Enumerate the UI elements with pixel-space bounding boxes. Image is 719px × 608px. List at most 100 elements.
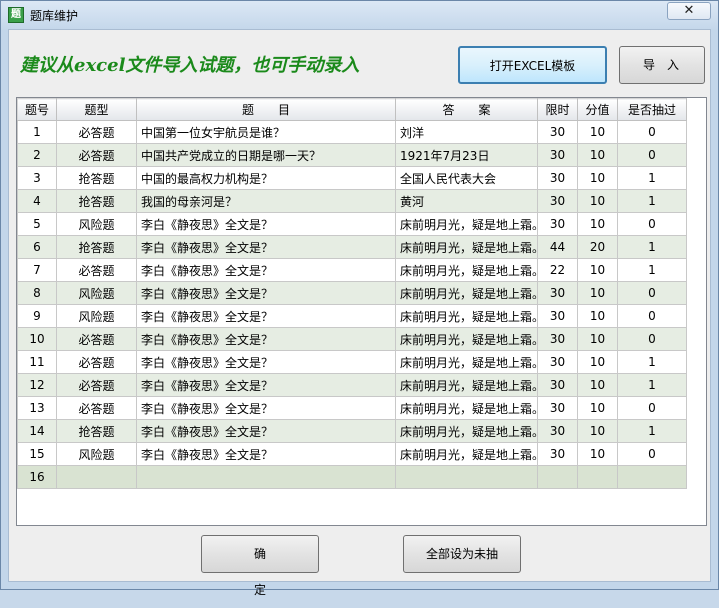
table-row[interactable]: 6 抢答题 李白《静夜思》全文是？ 床前明月光，疑是地上霜。 44 20 1	[17, 235, 687, 259]
cell-drawn[interactable]: 1	[617, 373, 687, 397]
cell-answer[interactable]: 床前明月光，疑是地上霜。	[395, 235, 538, 259]
cell-time-limit[interactable]: 22	[537, 258, 578, 282]
cell-drawn[interactable]: 1	[617, 419, 687, 443]
cell-drawn[interactable]	[617, 465, 687, 489]
cell-score[interactable]: 10	[577, 189, 618, 213]
cell-answer[interactable]: 床前明月光，疑是地上霜。	[395, 350, 538, 374]
cell-number[interactable]: 1	[17, 120, 57, 144]
column-header-drawn[interactable]: 是否抽过	[617, 98, 687, 121]
cell-answer[interactable]: 黄河	[395, 189, 538, 213]
cell-question[interactable]: 李白《静夜思》全文是？	[136, 373, 396, 397]
cell-answer[interactable]: 1921年7月23日	[395, 143, 538, 167]
table-row[interactable]: 11 必答题 李白《静夜思》全文是？ 床前明月光，疑是地上霜。 30 10 1	[17, 350, 687, 374]
table-row[interactable]: 2 必答题 中国共产党成立的日期是哪一天？ 1921年7月23日 30 10 0	[17, 143, 687, 167]
cell-time-limit[interactable]: 44	[537, 235, 578, 259]
cell-type[interactable]: 必答题	[56, 258, 137, 282]
cell-score[interactable]	[577, 465, 618, 489]
cell-question[interactable]: 中国的最高权力机构是？	[136, 166, 396, 190]
table-row[interactable]: 3 抢答题 中国的最高权力机构是？ 全国人民代表大会 30 10 1	[17, 166, 687, 190]
cell-time-limit[interactable]	[537, 465, 578, 489]
cell-drawn[interactable]: 1	[617, 258, 687, 282]
cell-time-limit[interactable]: 30	[537, 350, 578, 374]
cell-score[interactable]: 10	[577, 373, 618, 397]
cell-score[interactable]: 10	[577, 419, 618, 443]
cell-number[interactable]: 9	[17, 304, 57, 328]
cell-type[interactable]: 必答题	[56, 373, 137, 397]
cell-number[interactable]: 10	[17, 327, 57, 351]
column-header-score[interactable]: 分值	[577, 98, 618, 121]
cell-number[interactable]: 7	[17, 258, 57, 282]
cell-time-limit[interactable]: 30	[537, 419, 578, 443]
cell-drawn[interactable]: 0	[617, 396, 687, 420]
column-header-type[interactable]: 题型	[56, 98, 137, 121]
cell-time-limit[interactable]: 30	[537, 281, 578, 305]
table-row[interactable]: 4 抢答题 我国的母亲河是？ 黄河 30 10 1	[17, 189, 687, 213]
cell-type[interactable]: 必答题	[56, 143, 137, 167]
cell-type[interactable]: 风险题	[56, 212, 137, 236]
cell-answer[interactable]: 床前明月光，疑是地上霜。	[395, 212, 538, 236]
cell-drawn[interactable]: 1	[617, 235, 687, 259]
cell-question[interactable]: 李白《静夜思》全文是？	[136, 442, 396, 466]
cell-score[interactable]: 10	[577, 350, 618, 374]
title-bar[interactable]: 题 题库维护 ✕	[1, 1, 718, 29]
cell-question[interactable]: 李白《静夜思》全文是？	[136, 258, 396, 282]
cell-score[interactable]: 10	[577, 258, 618, 282]
cell-drawn[interactable]: 0	[617, 304, 687, 328]
cell-time-limit[interactable]: 30	[537, 304, 578, 328]
cell-answer[interactable]: 床前明月光，疑是地上霜。	[395, 281, 538, 305]
cell-answer[interactable]: 全国人民代表大会	[395, 166, 538, 190]
cell-question[interactable]: 李白《静夜思》全文是？	[136, 350, 396, 374]
cell-number[interactable]: 12	[17, 373, 57, 397]
new-row[interactable]: 16	[17, 465, 687, 489]
cell-time-limit[interactable]: 30	[537, 327, 578, 351]
column-header-question[interactable]: 题 目	[136, 98, 396, 121]
column-header-answer[interactable]: 答 案	[395, 98, 538, 121]
cell-score[interactable]: 20	[577, 235, 618, 259]
cell-type[interactable]: 必答题	[56, 327, 137, 351]
cell-drawn[interactable]: 0	[617, 212, 687, 236]
cell-time-limit[interactable]: 30	[537, 442, 578, 466]
cell-score[interactable]: 10	[577, 304, 618, 328]
cell-question[interactable]: 中国第一位女宇航员是谁？	[136, 120, 396, 144]
cell-type[interactable]: 风险题	[56, 304, 137, 328]
cell-drawn[interactable]: 0	[617, 281, 687, 305]
import-button[interactable]: 导入	[619, 46, 705, 84]
cell-number[interactable]: 2	[17, 143, 57, 167]
cell-number[interactable]: 5	[17, 212, 57, 236]
cell-number[interactable]: 3	[17, 166, 57, 190]
table-row[interactable]: 10 必答题 李白《静夜思》全文是？ 床前明月光，疑是地上霜。 30 10 0	[17, 327, 687, 351]
cell-score[interactable]: 10	[577, 120, 618, 144]
cell-drawn[interactable]: 1	[617, 166, 687, 190]
cell-number[interactable]: 6	[17, 235, 57, 259]
cell-score[interactable]: 10	[577, 166, 618, 190]
cell-drawn[interactable]: 0	[617, 143, 687, 167]
cell-number[interactable]: 16	[17, 465, 57, 489]
cell-answer[interactable]: 床前明月光，疑是地上霜。	[395, 373, 538, 397]
cell-score[interactable]: 10	[577, 281, 618, 305]
cell-time-limit[interactable]: 30	[537, 396, 578, 420]
cell-type[interactable]: 风险题	[56, 281, 137, 305]
table-row[interactable]: 1 必答题 中国第一位女宇航员是谁？ 刘洋 30 10 0	[17, 120, 687, 144]
cell-time-limit[interactable]: 30	[537, 166, 578, 190]
cell-answer[interactable]: 床前明月光，疑是地上霜。	[395, 396, 538, 420]
cell-type[interactable]: 必答题	[56, 120, 137, 144]
cell-score[interactable]: 10	[577, 212, 618, 236]
table-row[interactable]: 12 必答题 李白《静夜思》全文是？ 床前明月光，疑是地上霜。 30 10 1	[17, 373, 687, 397]
cell-answer[interactable]: 床前明月光，疑是地上霜。	[395, 442, 538, 466]
cell-drawn[interactable]: 0	[617, 120, 687, 144]
cell-question[interactable]: 我国的母亲河是？	[136, 189, 396, 213]
cell-score[interactable]: 10	[577, 143, 618, 167]
table-row[interactable]: 7 必答题 李白《静夜思》全文是？ 床前明月光，疑是地上霜。 22 10 1	[17, 258, 687, 282]
cell-number[interactable]: 15	[17, 442, 57, 466]
cell-question[interactable]: 中国共产党成立的日期是哪一天？	[136, 143, 396, 167]
cell-score[interactable]: 10	[577, 396, 618, 420]
table-row[interactable]: 14 抢答题 李白《静夜思》全文是？ 床前明月光，疑是地上霜。 30 10 1	[17, 419, 687, 443]
cell-number[interactable]: 8	[17, 281, 57, 305]
cell-question[interactable]: 李白《静夜思》全文是？	[136, 327, 396, 351]
cell-answer[interactable]: 刘洋	[395, 120, 538, 144]
table-row[interactable]: 9 风险题 李白《静夜思》全文是？ 床前明月光，疑是地上霜。 30 10 0	[17, 304, 687, 328]
cell-drawn[interactable]: 1	[617, 189, 687, 213]
cell-drawn[interactable]: 1	[617, 350, 687, 374]
cell-question[interactable]: 李白《静夜思》全文是？	[136, 304, 396, 328]
cell-answer[interactable]	[395, 465, 538, 489]
